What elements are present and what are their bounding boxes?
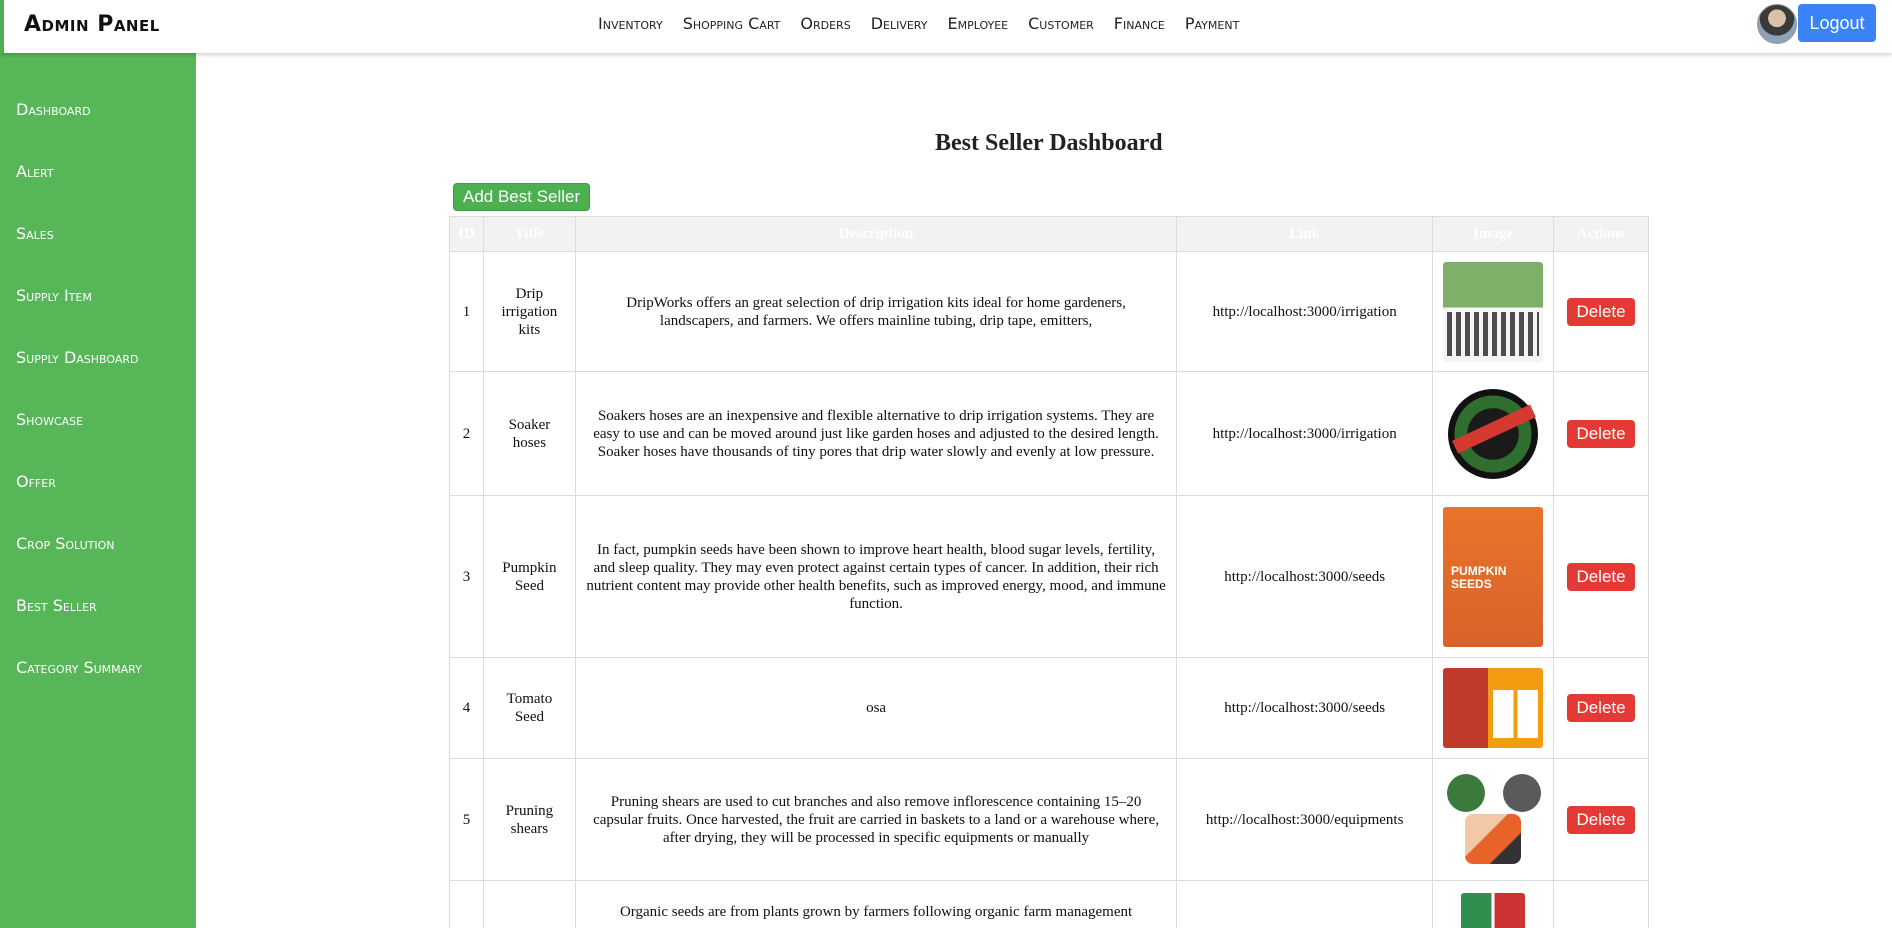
sidebar-item-dashboard[interactable]: Dashboard bbox=[0, 79, 196, 141]
table-row: 4 Tomato Seed osa http://localhost:3000/… bbox=[449, 657, 1649, 759]
column-header-id: ID bbox=[449, 216, 484, 252]
table-row: 5 Pruning shears Pruning shears are used… bbox=[449, 758, 1649, 881]
nav-delivery[interactable]: Delivery bbox=[871, 14, 928, 33]
row-link[interactable]: http://localhost:3000/equipments bbox=[1176, 758, 1434, 881]
drip-irrigation-kit-image bbox=[1443, 261, 1544, 362]
sidebar-item-showcase[interactable]: Showcase bbox=[0, 389, 196, 451]
nav-payment[interactable]: Payment bbox=[1185, 14, 1239, 33]
row-image-cell bbox=[1432, 758, 1555, 881]
row-id: 2 bbox=[449, 371, 484, 496]
table-header-row: ID Title Description Link Image Actions bbox=[449, 216, 1649, 252]
row-description: osa bbox=[574, 657, 1178, 759]
row-actions: Delete bbox=[1553, 758, 1649, 881]
sidebar: Dashboard Alert Sales Supply Item Supply… bbox=[0, 53, 196, 928]
row-id: 3 bbox=[449, 495, 484, 658]
row-actions: Delete bbox=[1553, 657, 1649, 759]
user-avatar[interactable] bbox=[1757, 4, 1797, 44]
column-header-image: Image bbox=[1432, 216, 1555, 252]
page-title: Best Seller Dashboard bbox=[935, 130, 1163, 156]
row-link[interactable] bbox=[1176, 880, 1434, 928]
sidebar-item-offer[interactable]: Offer bbox=[0, 451, 196, 513]
row-description: Organic seeds are from plants grown by f… bbox=[574, 880, 1178, 928]
row-description: DripWorks offers an great selection of d… bbox=[574, 251, 1178, 372]
column-header-description: Description bbox=[574, 216, 1178, 252]
row-image-cell bbox=[1432, 880, 1555, 928]
logout-button[interactable]: Logout bbox=[1798, 4, 1876, 42]
add-best-seller-button[interactable]: Add Best Seller bbox=[453, 183, 591, 211]
nav-customer[interactable]: Customer bbox=[1028, 14, 1094, 33]
column-header-link: Link bbox=[1176, 216, 1434, 252]
column-header-actions: Actions bbox=[1553, 216, 1649, 252]
row-image-cell bbox=[1432, 251, 1555, 372]
row-actions: Delete bbox=[1553, 371, 1649, 496]
row-link[interactable]: http://localhost:3000/seeds bbox=[1176, 657, 1434, 759]
row-image-cell bbox=[1432, 495, 1555, 658]
row-title: Soaker hoses bbox=[482, 371, 576, 496]
row-title: Pumpkin Seed bbox=[482, 495, 576, 658]
row-description: Soakers hoses are an inexpensive and fle… bbox=[574, 371, 1178, 496]
row-link[interactable]: http://localhost:3000/seeds bbox=[1176, 495, 1434, 658]
row-image-cell bbox=[1432, 371, 1555, 496]
table-row: Organic seeds are from plants grown by f… bbox=[449, 880, 1649, 928]
table-row: 2 Soaker hoses Soakers hoses are an inex… bbox=[449, 371, 1649, 496]
row-id: 4 bbox=[449, 657, 484, 759]
delete-button[interactable]: Delete bbox=[1567, 805, 1635, 834]
sidebar-item-sales[interactable]: Sales bbox=[0, 203, 196, 265]
table-row: 1 Drip irrigation kits DripWorks offers … bbox=[449, 251, 1649, 372]
row-title bbox=[482, 880, 576, 928]
delete-button[interactable]: Delete bbox=[1567, 694, 1635, 722]
row-id: 1 bbox=[449, 251, 484, 372]
row-description: In fact, pumpkin seeds have been shown t… bbox=[574, 495, 1178, 658]
pruning-shears-image bbox=[1443, 769, 1544, 870]
sidebar-item-supply-item[interactable]: Supply Item bbox=[0, 265, 196, 327]
delete-button[interactable]: Delete bbox=[1567, 419, 1635, 448]
sidebar-item-category-summary[interactable]: Category Summary bbox=[0, 637, 196, 699]
sidebar-item-alert[interactable]: Alert bbox=[0, 141, 196, 203]
row-title: Drip irrigation kits bbox=[482, 251, 576, 372]
nav-inventory[interactable]: Inventory bbox=[598, 14, 663, 33]
table-row: 3 Pumpkin Seed In fact, pumpkin seeds ha… bbox=[449, 495, 1649, 658]
row-link[interactable]: http://localhost:3000/irrigation bbox=[1176, 251, 1434, 372]
row-description: Pruning shears are used to cut branches … bbox=[574, 758, 1178, 881]
soaker-hose-image bbox=[1443, 383, 1544, 484]
tomato-seeds-image bbox=[1443, 668, 1544, 748]
top-nav: Inventory Shopping Cart Orders Delivery … bbox=[598, 14, 1259, 33]
row-id: 5 bbox=[449, 758, 484, 881]
nav-orders[interactable]: Orders bbox=[800, 14, 850, 33]
nav-employee[interactable]: Employee bbox=[947, 14, 1008, 33]
best-seller-table: ID Title Description Link Image Actions … bbox=[449, 216, 1649, 928]
pumpkin-seeds-pack-image bbox=[1443, 506, 1544, 647]
row-actions: Delete bbox=[1553, 495, 1649, 658]
column-header-title: Title bbox=[482, 216, 576, 252]
row-id bbox=[449, 880, 484, 928]
nav-shopping-cart[interactable]: Shopping Cart bbox=[683, 14, 781, 33]
row-title: Pruning shears bbox=[482, 758, 576, 881]
row-link[interactable]: http://localhost:3000/irrigation bbox=[1176, 371, 1434, 496]
sidebar-item-crop-solution[interactable]: Crop Solution bbox=[0, 513, 196, 575]
row-title: Tomato Seed bbox=[482, 657, 576, 759]
row-actions: Delete bbox=[1553, 251, 1649, 372]
nav-finance[interactable]: Finance bbox=[1114, 14, 1165, 33]
sidebar-item-supply-dashboard[interactable]: Supply Dashboard bbox=[0, 327, 196, 389]
sidebar-item-best-seller[interactable]: Best Seller bbox=[0, 575, 196, 637]
row-actions bbox=[1553, 880, 1649, 928]
delete-button[interactable]: Delete bbox=[1567, 562, 1635, 591]
top-navbar: Admin Panel Inventory Shopping Cart Orde… bbox=[0, 0, 1892, 53]
organic-seeds-image bbox=[1461, 893, 1526, 928]
row-image-cell bbox=[1432, 657, 1555, 759]
delete-button[interactable]: Delete bbox=[1567, 297, 1635, 326]
brand-title[interactable]: Admin Panel bbox=[24, 12, 160, 37]
